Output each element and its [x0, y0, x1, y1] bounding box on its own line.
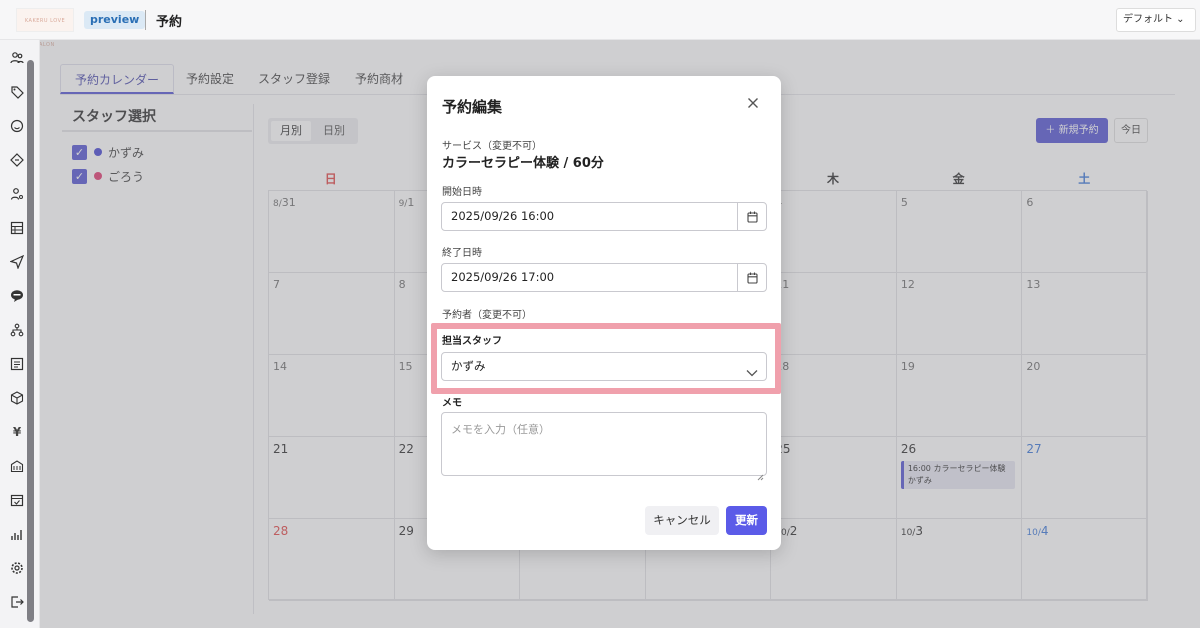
memo-label: メモ: [442, 398, 462, 409]
coupon-icon[interactable]: [9, 152, 25, 168]
calendar-check-icon[interactable]: [9, 492, 25, 508]
modal-title: 予約編集: [442, 98, 503, 116]
list-icon[interactable]: [9, 356, 25, 372]
default-select[interactable]: デフォルト ⌄: [1116, 8, 1196, 32]
gear-icon[interactable]: [9, 560, 25, 576]
header-divider: [145, 10, 146, 30]
service-label: サービス（変更不可）: [442, 141, 542, 152]
user-settings-icon[interactable]: [9, 186, 25, 202]
booker-label: 予約者（変更不可）: [442, 310, 532, 321]
line-chat-icon[interactable]: [9, 288, 25, 304]
end-datetime-value: 2025/09/26 17:00: [451, 270, 555, 284]
start-datetime-label: 開始日時: [442, 187, 482, 198]
top-bar: KAKERU LOVE SALON preview 予約 デフォルト ⌄: [0, 0, 1200, 48]
table-icon[interactable]: [9, 220, 25, 236]
staff-field-highlight: [431, 323, 781, 394]
start-datetime-value: 2025/09/26 16:00: [451, 209, 555, 223]
memo-placeholder: メモを入力（任意）: [451, 423, 550, 436]
smile-icon[interactable]: [9, 118, 25, 134]
users-icon[interactable]: [9, 50, 25, 66]
preview-badge: preview: [84, 11, 146, 29]
send-icon[interactable]: [9, 254, 25, 270]
resize-handle-icon[interactable]: [757, 466, 764, 481]
tag-icon[interactable]: [9, 84, 25, 100]
sidebar-scrollbar[interactable]: [27, 60, 34, 622]
close-icon[interactable]: [745, 96, 761, 112]
sidebar-rail: ¥: [0, 40, 40, 628]
start-datetime-field[interactable]: 2025/09/26 16:00: [441, 202, 767, 231]
edit-booking-modal: 予約編集 サービス（変更不可） カラーセラピー体験 / 60分 開始日時 202…: [427, 76, 781, 550]
org-chart-icon[interactable]: [9, 322, 25, 338]
analytics-icon[interactable]: [9, 526, 25, 542]
page-title: 予約: [156, 15, 183, 30]
yen-icon[interactable]: ¥: [9, 424, 25, 440]
building-icon[interactable]: [9, 458, 25, 474]
end-datetime-label: 終了日時: [442, 248, 482, 259]
calendar-icon[interactable]: [737, 203, 766, 230]
salon-logo[interactable]: KAKERU LOVE SALON: [16, 8, 74, 48]
update-button[interactable]: 更新: [726, 506, 767, 535]
calendar-icon[interactable]: [737, 264, 766, 291]
memo-textarea[interactable]: メモを入力（任意）: [441, 412, 767, 481]
service-value: カラーセラピー体験 / 60分: [442, 156, 604, 171]
box-icon[interactable]: [9, 390, 25, 406]
end-datetime-field[interactable]: 2025/09/26 17:00: [441, 263, 767, 292]
logout-icon[interactable]: [9, 594, 25, 610]
cancel-button[interactable]: キャンセル: [645, 506, 719, 535]
